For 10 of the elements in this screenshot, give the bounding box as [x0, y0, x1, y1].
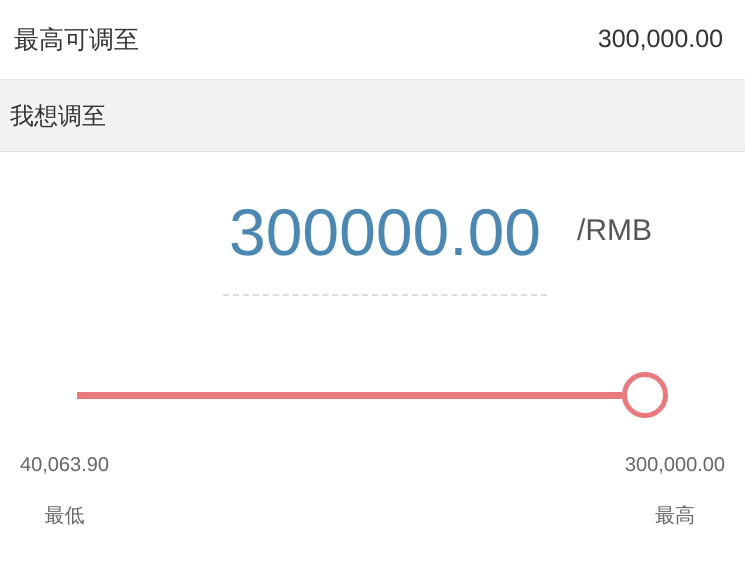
slider-thumb[interactable] — [622, 372, 668, 418]
row-label: 最高可调至 — [14, 24, 139, 56]
section-header: 我想调至 — [0, 80, 745, 152]
row-value: 300,000.00 — [598, 24, 724, 55]
range-value: 300,000.00 — [624, 453, 725, 478]
amount-field[interactable]: 300000.00 — [223, 196, 547, 296]
range-value: 40,063.90 — [20, 453, 109, 478]
range-label: 最高 — [654, 502, 695, 529]
range-label: 最低 — [44, 502, 84, 529]
currency-unit: /RMB — [577, 213, 652, 249]
